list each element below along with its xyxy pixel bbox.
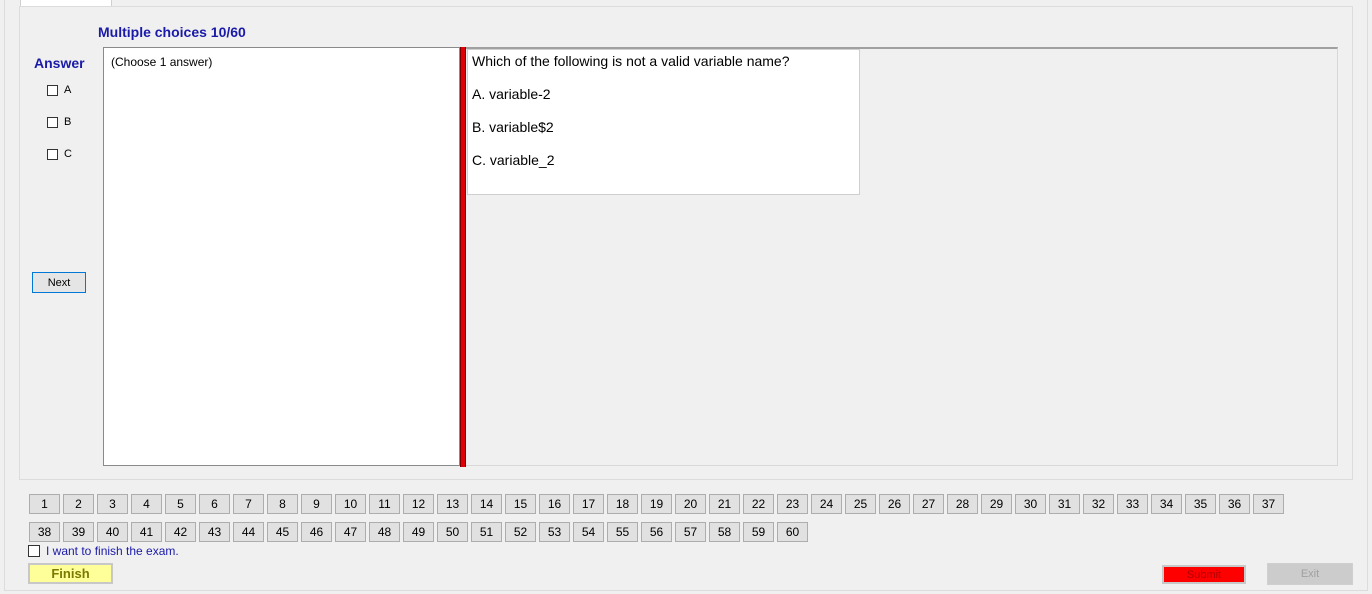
question-nav-button[interactable]: 13 [437,494,468,514]
question-nav-button[interactable]: 19 [641,494,672,514]
question-nav-button[interactable]: 24 [811,494,842,514]
question-nav-button[interactable]: 51 [471,522,502,542]
answer-option-c[interactable]: C [47,148,72,160]
answer-instruction: (Choose 1 answer) [111,55,213,69]
question-nav-button[interactable]: 35 [1185,494,1216,514]
question-nav-button[interactable]: 3 [97,494,128,514]
question-nav-button[interactable]: 9 [301,494,332,514]
finish-confirm-label: I want to finish the exam. [46,544,179,558]
answer-option-label: C [64,148,72,160]
exit-button[interactable]: Exit [1267,563,1353,585]
question-nav-button[interactable]: 29 [981,494,1012,514]
question-nav-button[interactable]: 31 [1049,494,1080,514]
question-nav-button[interactable]: 10 [335,494,366,514]
question-nav-button[interactable]: 15 [505,494,536,514]
question-nav-button[interactable]: 36 [1219,494,1250,514]
question-nav-button[interactable]: 2 [63,494,94,514]
question-text: Which of the following is not a valid va… [472,53,790,69]
question-nav-button[interactable]: 56 [641,522,672,542]
answer-text-box[interactable]: (Choose 1 answer) [103,47,460,466]
question-nav-button[interactable]: 8 [267,494,298,514]
question-option-a: A. variable-2 [472,86,551,102]
question-nav-button[interactable]: 4 [131,494,162,514]
question-nav-button[interactable]: 37 [1253,494,1284,514]
question-nav-button[interactable]: 57 [675,522,706,542]
question-nav-button[interactable]: 17 [573,494,604,514]
checkbox-b[interactable] [47,116,58,128]
question-nav-button[interactable]: 55 [607,522,638,542]
finish-confirm[interactable]: I want to finish the exam. [28,544,179,558]
answer-label: Answer [34,55,85,71]
question-nav-button[interactable]: 28 [947,494,978,514]
question-nav-button[interactable]: 12 [403,494,434,514]
question-nav-button[interactable]: 46 [301,522,332,542]
question-nav-button[interactable]: 50 [437,522,468,542]
question-nav-button[interactable]: 26 [879,494,910,514]
question-nav-button[interactable]: 6 [199,494,230,514]
question-nav-button[interactable]: 32 [1083,494,1114,514]
question-nav-button[interactable]: 18 [607,494,638,514]
question-nav-button[interactable]: 48 [369,522,400,542]
question-nav-button[interactable]: 22 [743,494,774,514]
question-nav-button[interactable]: 1 [29,494,60,514]
question-nav-row-2: 38 39 40 41 42 43 44 45 46 47 48 49 50 51 52 53 54 55 56 57… [29,522,811,542]
question-nav-row-1: 1 2 3 4 5 6 7 8 9 10 11 12 13 14 15 16 17 18 19 20 21 22 23 24 2… [29,494,1287,514]
question-nav-button[interactable]: 45 [267,522,298,542]
finish-button[interactable]: Finish [28,563,113,584]
question-nav-button[interactable]: 40 [97,522,128,542]
answer-option-label: A [64,84,72,96]
question-nav-button[interactable]: 16 [539,494,570,514]
question-nav-button[interactable]: 52 [505,522,536,542]
submit-button[interactable]: Submit [1162,565,1246,584]
question-nav-button[interactable]: 42 [165,522,196,542]
next-button[interactable]: Next [32,272,86,293]
question-nav-button[interactable]: 25 [845,494,876,514]
question-nav-button[interactable]: 38 [29,522,60,542]
question-option-b: B. variable$2 [472,119,554,135]
question-nav-button[interactable]: 41 [131,522,162,542]
answer-option-label: B [64,116,72,128]
question-nav-button[interactable]: 21 [709,494,740,514]
question-nav-button[interactable]: 30 [1015,494,1046,514]
checkbox-a[interactable] [47,84,58,96]
question-nav-button[interactable]: 44 [233,522,264,542]
question-nav-button[interactable]: 7 [233,494,264,514]
question-nav-button[interactable]: 11 [369,494,400,514]
question-nav-button[interactable]: 5 [165,494,196,514]
question-nav-button[interactable]: 43 [199,522,230,542]
question-box: Which of the following is not a valid va… [467,49,860,195]
answer-option-a[interactable]: A [47,84,71,96]
question-nav-button[interactable]: 20 [675,494,706,514]
question-nav-button[interactable]: 49 [403,522,434,542]
finish-checkbox[interactable] [28,545,40,557]
question-nav-button[interactable]: 54 [573,522,604,542]
checkbox-c[interactable] [47,148,58,160]
question-nav-button[interactable]: 27 [913,494,944,514]
question-nav-button[interactable]: 58 [709,522,740,542]
question-option-c: C. variable_2 [472,152,555,168]
question-nav-button[interactable]: 39 [63,522,94,542]
answer-option-b[interactable]: B [47,116,71,128]
question-nav-button[interactable]: 34 [1151,494,1182,514]
question-nav-button[interactable]: 14 [471,494,502,514]
question-nav-button[interactable]: 60 [777,522,808,542]
question-nav-button[interactable]: 53 [539,522,570,542]
question-nav-button[interactable]: 23 [777,494,808,514]
question-nav-button[interactable]: 47 [335,522,366,542]
question-nav-button[interactable]: 33 [1117,494,1148,514]
page-title: Multiple choices 10/60 [98,24,246,40]
question-nav-button[interactable]: 59 [743,522,774,542]
